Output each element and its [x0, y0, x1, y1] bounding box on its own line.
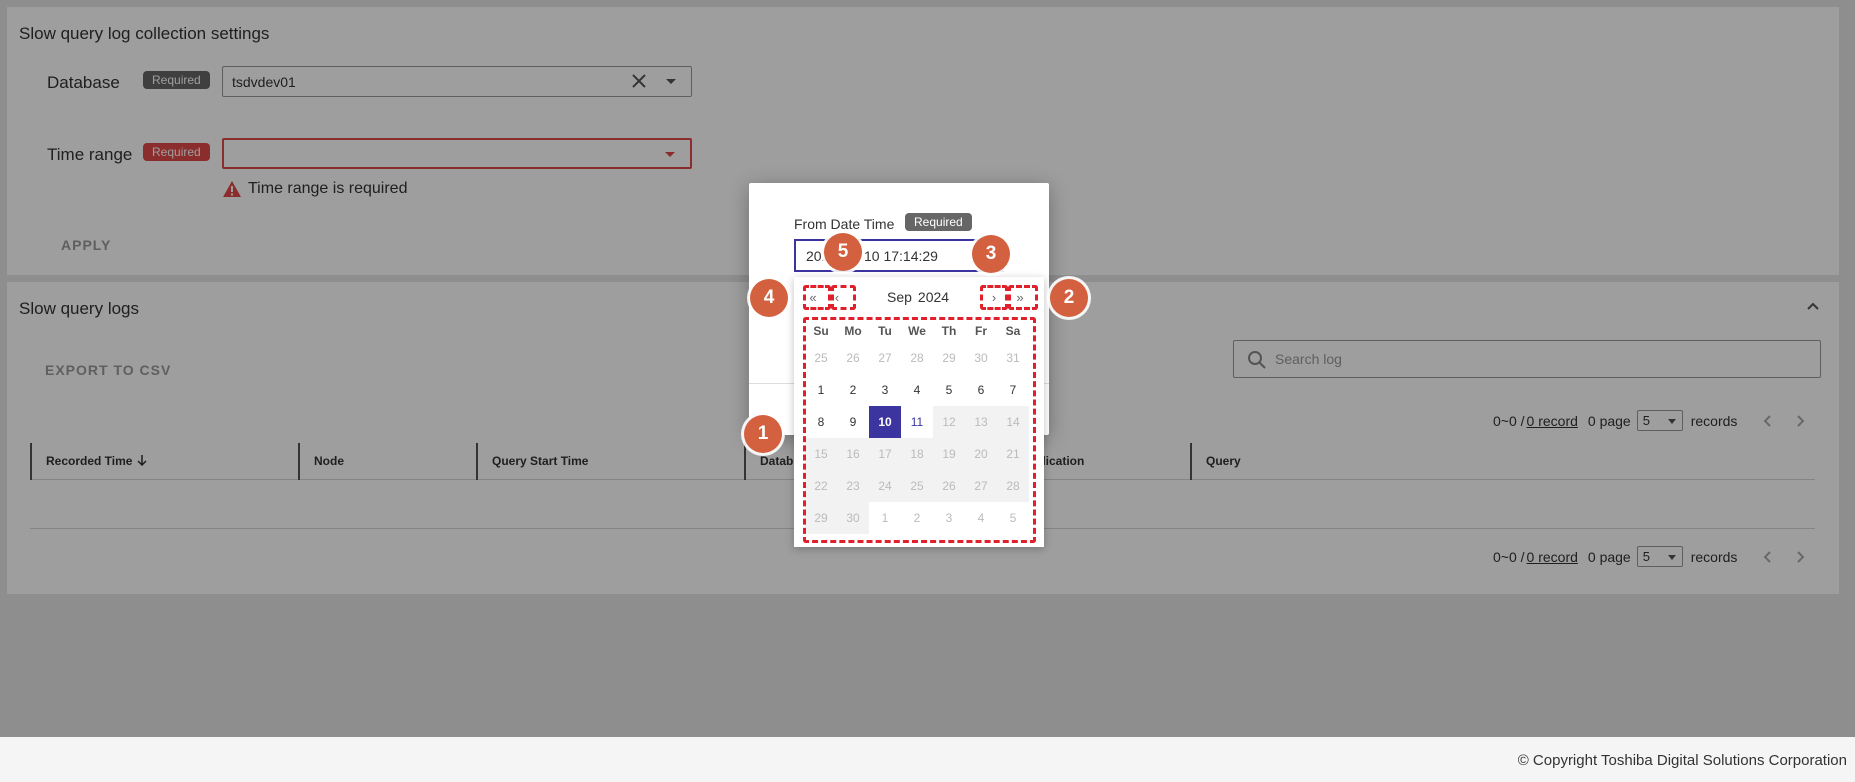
from-date-required-badge: Required	[905, 213, 972, 231]
marker-1: 1	[744, 415, 782, 453]
from-date-time-value-end: 10 17:14:29	[864, 248, 938, 264]
marker-5: 5	[824, 233, 862, 271]
marker-2: 2	[1050, 279, 1088, 317]
calendar-month[interactable]: Sep	[887, 289, 912, 305]
highlight-next-year	[1008, 285, 1038, 310]
calendar-year[interactable]: 2024	[918, 289, 949, 305]
footer: © Copyright Toshiba Digital Solutions Co…	[0, 737, 1855, 782]
highlight-calendar-days	[803, 317, 1036, 543]
highlight-prev-month	[831, 285, 856, 310]
marker-3: 3	[972, 235, 1010, 273]
highlight-next-month	[980, 285, 1008, 310]
marker-4: 4	[750, 279, 788, 317]
from-date-time-label: From Date Time	[794, 216, 895, 232]
highlight-prev-year	[803, 285, 831, 310]
copyright-text: © Copyright Toshiba Digital Solutions Co…	[1517, 752, 1847, 769]
calendar-title: Sep 2024	[887, 289, 949, 305]
